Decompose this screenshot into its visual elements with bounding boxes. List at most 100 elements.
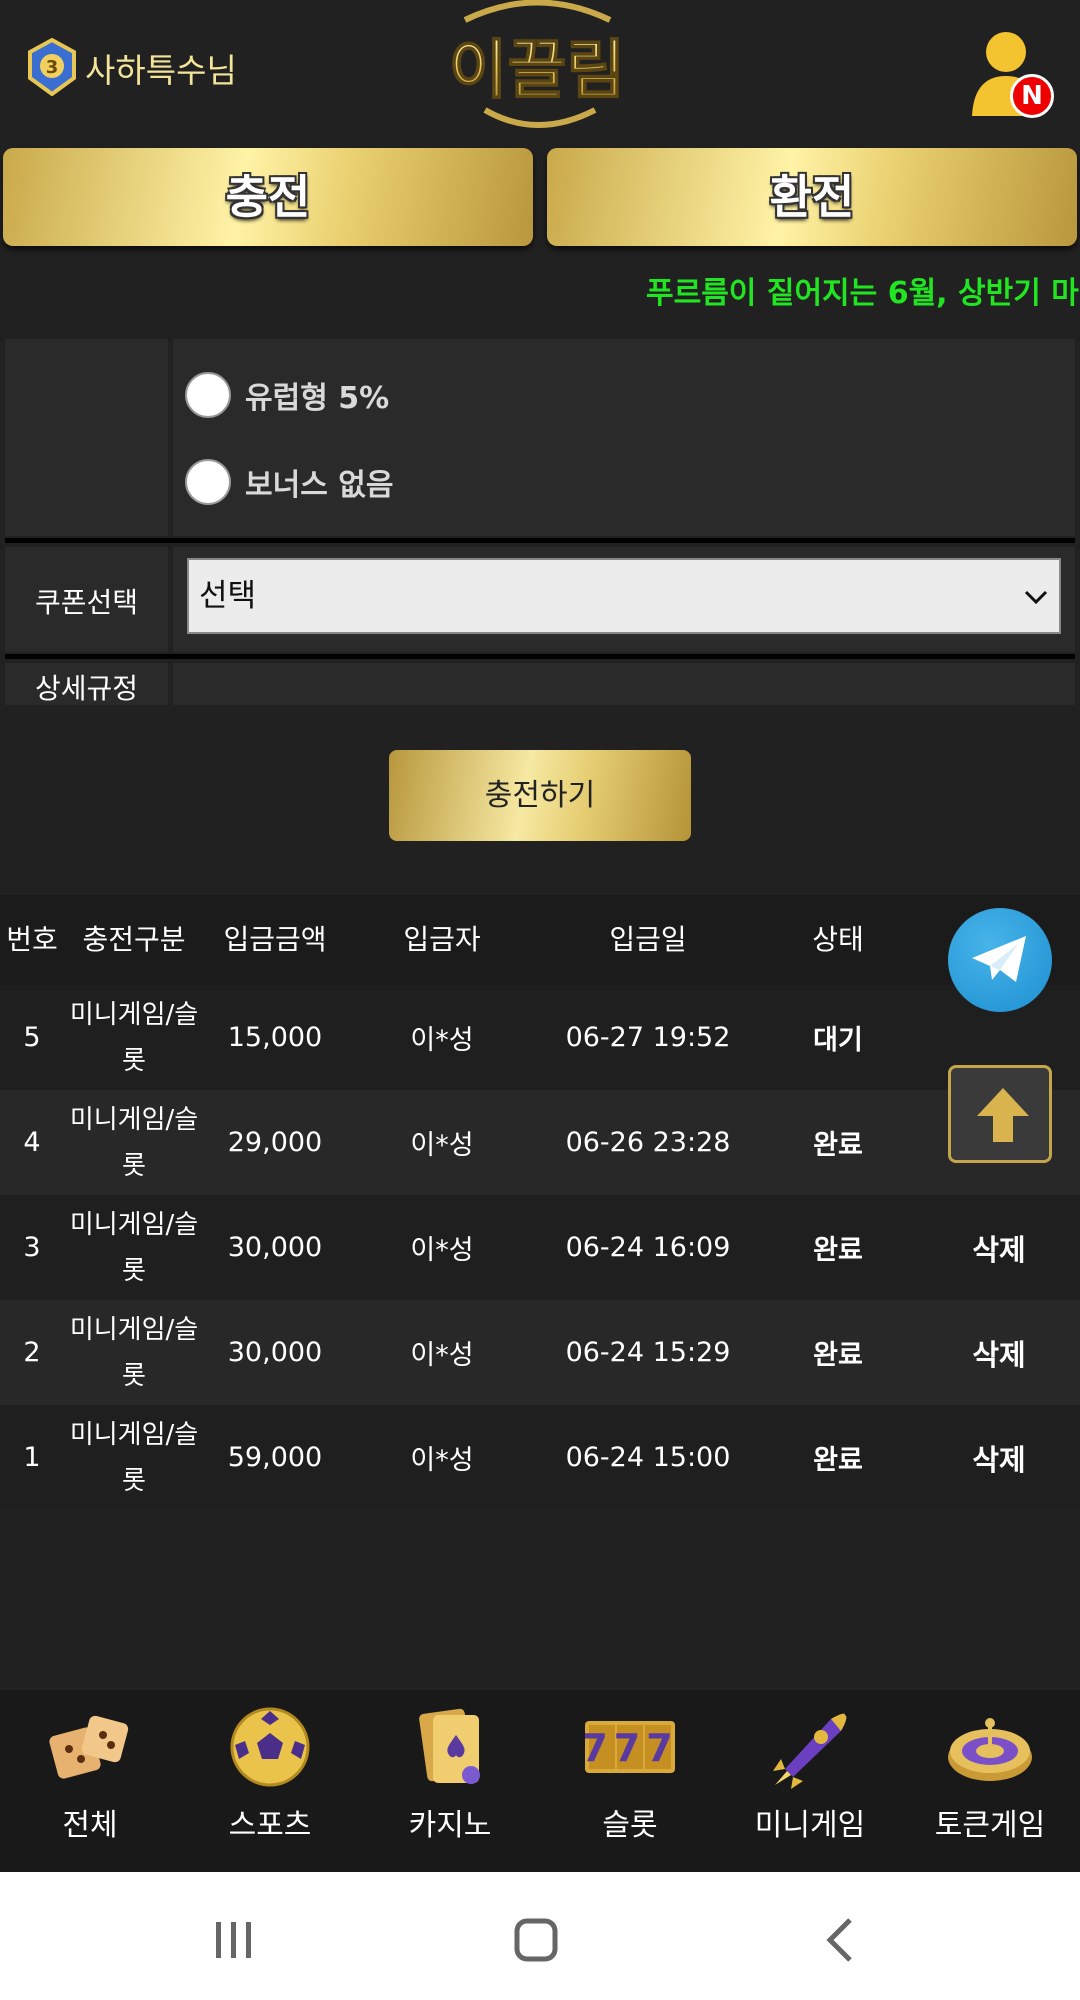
cell-type: 미니게임/슬 롯 xyxy=(64,1405,204,1510)
nav-item-casino[interactable]: 카지노 xyxy=(360,1690,540,1872)
divider xyxy=(5,538,1075,543)
coupon-label: 쿠폰선택 xyxy=(34,586,139,619)
column-header: 충전구분 xyxy=(82,923,186,956)
nav-label: 슬롯 xyxy=(602,1808,658,1843)
cell-type: 미니게임/슬 롯 xyxy=(64,985,204,1090)
brand-logo[interactable]: 이끌림 xyxy=(445,0,630,130)
submit-charge-button[interactable]: 충전하기 xyxy=(389,750,691,841)
nav-item-sports[interactable]: 스포츠 xyxy=(180,1690,360,1872)
cell-type-line: 미니게임/슬 xyxy=(69,1209,199,1240)
cell-type-line: 롯 xyxy=(122,1045,146,1076)
rocket-icon xyxy=(773,1713,847,1789)
notification-badge[interactable]: N xyxy=(1010,74,1054,118)
delete-button[interactable]: 삭제 xyxy=(918,1405,1080,1510)
cell-status: 완료 xyxy=(813,1340,863,1371)
nav-label: 스포츠 xyxy=(228,1808,312,1843)
bonus-label-cell xyxy=(5,339,168,536)
cell-amount: 59,000 xyxy=(227,1442,323,1473)
coupon-select[interactable]: 선택 xyxy=(187,558,1061,634)
cell-date: 06-24 16:09 xyxy=(565,1232,731,1263)
app-header: 3 사하특수님 이끌림 N xyxy=(0,0,1080,140)
cell-type-line: 미니게임/슬 xyxy=(69,1419,199,1450)
cell-amount: 15,000 xyxy=(227,1022,323,1053)
cell-type-line: 롯 xyxy=(122,1150,146,1181)
cell-no: 1 xyxy=(23,1442,41,1473)
scroll-top-button[interactable] xyxy=(948,1065,1052,1163)
nav-item-token-game[interactable]: 토큰게임 xyxy=(900,1690,1080,1872)
nav-item-all[interactable]: 전체 xyxy=(0,1690,180,1872)
cell-date: 06-24 15:00 xyxy=(565,1442,731,1473)
rules-cell xyxy=(173,663,1075,705)
cell-depositor: 이*성 xyxy=(410,1235,474,1266)
cell-type: 미니게임/슬 롯 xyxy=(64,1195,204,1300)
cell-type: 미니게임/슬 롯 xyxy=(64,1090,204,1195)
bonus-option-label[interactable]: 보너스 없음 xyxy=(245,460,393,504)
home-icon[interactable] xyxy=(512,1916,560,1964)
cell-type-line: 롯 xyxy=(122,1255,146,1286)
column-header: 상태 xyxy=(812,923,864,956)
exchange-tab-button[interactable]: 환전 xyxy=(547,148,1077,246)
username[interactable]: 사하특수님 xyxy=(85,44,237,92)
cell-no: 3 xyxy=(23,1232,41,1263)
svg-text:3: 3 xyxy=(46,57,59,78)
cell-status: 완료 xyxy=(813,1130,863,1161)
rules-label-cell: 상세규정 xyxy=(5,663,168,705)
recent-apps-icon[interactable] xyxy=(212,1918,256,1962)
coupon-select-value: 선택 xyxy=(199,578,257,614)
back-icon[interactable] xyxy=(822,1916,858,1964)
nav-label: 카지노 xyxy=(408,1808,492,1843)
cell-no: 4 xyxy=(23,1127,41,1158)
column-header: 입금금액 xyxy=(223,923,327,956)
table-row: 5 미니게임/슬 롯 15,000 이*성 06-27 19:52 대기 xyxy=(0,985,1080,1090)
table-header: 번호 충전구분 입금금액 입금자 입금일 상태 xyxy=(0,895,1080,985)
bottom-nav: 전체 스포츠 카지노 777 슬롯 미니게임 토큰게임 xyxy=(0,1690,1080,1872)
bonus-options: 유럽형 5% 보너스 없음 xyxy=(173,339,1075,536)
cell-type-line: 롯 xyxy=(122,1360,146,1391)
bonus-option-label[interactable]: 유럽형 5% xyxy=(245,373,389,417)
cards-icon xyxy=(419,1708,480,1784)
cell-depositor: 이*성 xyxy=(410,1025,474,1056)
dice-icon xyxy=(49,1715,129,1779)
cell-depositor: 이*성 xyxy=(410,1445,474,1476)
cell-depositor: 이*성 xyxy=(410,1340,474,1371)
telegram-button[interactable] xyxy=(948,908,1052,1012)
delete-button[interactable]: 삭제 xyxy=(918,1195,1080,1300)
system-nav-bar xyxy=(0,1872,1080,2000)
cell-amount: 29,000 xyxy=(227,1127,323,1158)
nav-label: 전체 xyxy=(62,1808,118,1843)
table-row: 3 미니게임/슬 롯 30,000 이*성 06-24 16:09 완료 삭제 xyxy=(0,1195,1080,1300)
cell-depositor: 이*성 xyxy=(410,1130,474,1161)
logo-text: 이끌림 xyxy=(449,34,626,108)
nav-label: 토큰게임 xyxy=(934,1808,1046,1843)
notice-marquee: 푸르름이 짙어지는 6월, 상반기 마 xyxy=(646,276,1079,311)
charge-tab-button[interactable]: 충전 xyxy=(3,148,533,246)
arrow-up-icon xyxy=(977,1088,1029,1142)
slot-777-text: 777 xyxy=(585,1726,675,1770)
cell-amount: 30,000 xyxy=(227,1232,323,1263)
telegram-icon xyxy=(972,936,1026,982)
chevron-down-icon xyxy=(1024,590,1048,605)
cell-status: 완료 xyxy=(813,1445,863,1476)
nav-item-minigame[interactable]: 미니게임 xyxy=(720,1690,900,1872)
slot-777-icon: 777 xyxy=(585,1721,675,1773)
rank-badge-icon: 3 xyxy=(28,38,76,96)
nav-label: 미니게임 xyxy=(754,1808,866,1843)
cell-date: 06-27 19:52 xyxy=(565,1022,731,1053)
divider xyxy=(5,654,1075,659)
nav-item-slot[interactable]: 777 슬롯 xyxy=(540,1690,720,1872)
cell-no: 5 xyxy=(23,1022,41,1053)
cell-date: 06-26 23:28 xyxy=(565,1127,731,1158)
table-row: 4 미니게임/슬 롯 29,000 이*성 06-26 23:28 완료 xyxy=(0,1090,1080,1195)
bonus-radio-euro[interactable] xyxy=(185,372,231,418)
cell-type: 미니게임/슬 롯 xyxy=(64,1300,204,1405)
cell-status: 완료 xyxy=(813,1235,863,1266)
cell-type-line: 미니게임/슬 xyxy=(69,1314,199,1345)
table-row: 2 미니게임/슬 롯 30,000 이*성 06-24 15:29 완료 삭제 xyxy=(0,1300,1080,1405)
bonus-radio-none[interactable] xyxy=(185,459,231,505)
delete-button[interactable]: 삭제 xyxy=(918,1300,1080,1405)
cell-type-line: 미니게임/슬 xyxy=(69,999,199,1030)
cell-amount: 30,000 xyxy=(227,1337,323,1368)
cell-status: 대기 xyxy=(813,1025,863,1056)
table-row: 1 미니게임/슬 롯 59,000 이*성 06-24 15:00 완료 삭제 xyxy=(0,1405,1080,1510)
column-header: 입금자 xyxy=(403,923,481,956)
